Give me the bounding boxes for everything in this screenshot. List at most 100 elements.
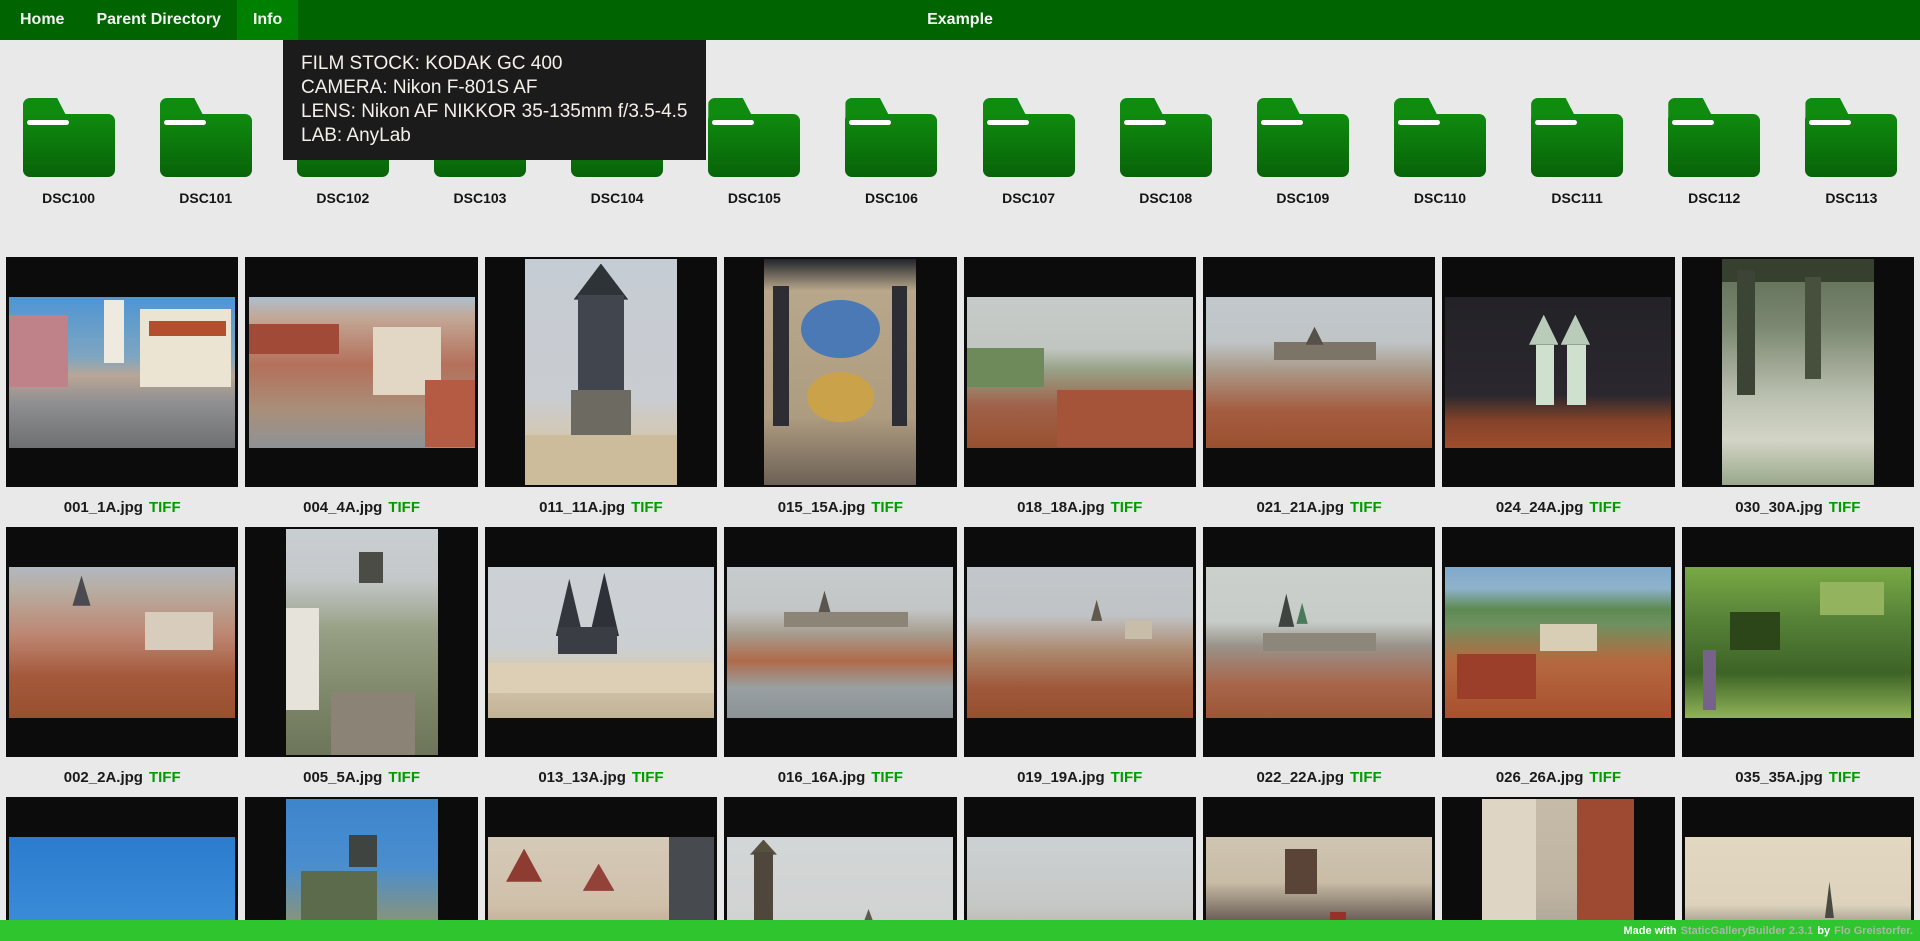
thumbnail-tiff-link[interactable]: TIFF <box>149 499 181 516</box>
folder-label: DSC102 <box>316 190 369 206</box>
thumbnail-filename-link[interactable]: 021_21A.jpg <box>1256 499 1344 516</box>
folder-label: DSC106 <box>865 190 918 206</box>
thumbnail-caption: 022_22A.jpg TIFF <box>1203 757 1435 797</box>
thumbnail-tiff-link[interactable]: TIFF <box>1829 499 1861 516</box>
thumbnail-tiff-link[interactable]: TIFF <box>1111 499 1143 516</box>
folder-icon <box>983 98 1075 177</box>
thumbnail-image[interactable] <box>6 257 238 487</box>
folder-label: DSC104 <box>591 190 644 206</box>
folder-item[interactable]: DSC111 <box>1509 98 1646 206</box>
folder-icon <box>845 98 937 177</box>
thumbnail-image[interactable] <box>1203 527 1435 757</box>
thumbnail-image[interactable] <box>6 527 238 757</box>
folder-item[interactable]: DSC100 <box>0 98 137 206</box>
footer-builder-link[interactable]: StaticGalleryBuilder 2.3.1 <box>1681 925 1814 937</box>
folder-item[interactable]: DSC113 <box>1783 98 1920 206</box>
folder-item[interactable]: DSC109 <box>1234 98 1371 206</box>
folder-item[interactable]: DSC106 <box>823 98 960 206</box>
folder-label: DSC103 <box>454 190 507 206</box>
thumbnail-filename-link[interactable]: 013_13A.jpg <box>538 769 626 786</box>
footer-author-link[interactable]: Flo Greistorfer. <box>1834 925 1913 937</box>
folder-item[interactable]: DSC101 <box>137 98 274 206</box>
thumbnail-tiff-link[interactable]: TIFF <box>1589 769 1621 786</box>
thumbnail-filename-link[interactable]: 024_24A.jpg <box>1496 499 1584 516</box>
thumbnail-tiff-link[interactable]: TIFF <box>388 769 420 786</box>
thumbnail-caption: 004_4A.jpg TIFF <box>245 487 477 527</box>
thumbnail-caption: 015_15A.jpg TIFF <box>724 487 956 527</box>
thumbnail-filename-link[interactable]: 022_22A.jpg <box>1256 769 1344 786</box>
thumbnail-image[interactable] <box>1203 257 1435 487</box>
gallery-thumbnail: 018_18A.jpg TIFF <box>964 257 1196 527</box>
thumbnail-caption: 019_19A.jpg TIFF <box>964 757 1196 797</box>
gallery-grid: 001_1A.jpg TIFF 004_4A.jpg TIFF 011_11A.… <box>0 257 1920 941</box>
gallery-thumbnail: 024_24A.jpg TIFF <box>1442 257 1674 527</box>
thumbnail-filename-link[interactable]: 030_30A.jpg <box>1735 499 1823 516</box>
thumbnail-caption: 001_1A.jpg TIFF <box>6 487 238 527</box>
thumbnail-image[interactable] <box>1442 257 1674 487</box>
folder-icon <box>1394 98 1486 177</box>
folder-item[interactable]: DSC110 <box>1371 98 1508 206</box>
thumbnail-caption: 011_11A.jpg TIFF <box>485 487 717 527</box>
nav-link-parent-directory[interactable]: Parent Directory <box>80 0 237 40</box>
thumbnail-tiff-link[interactable]: TIFF <box>1350 499 1382 516</box>
thumbnail-filename-link[interactable]: 001_1A.jpg <box>64 499 143 516</box>
folder-item[interactable]: DSC107 <box>960 98 1097 206</box>
thumbnail-filename-link[interactable]: 018_18A.jpg <box>1017 499 1105 516</box>
thumbnail-image[interactable] <box>964 257 1196 487</box>
thumbnail-tiff-link[interactable]: TIFF <box>1350 769 1382 786</box>
thumbnail-tiff-link[interactable]: TIFF <box>149 769 181 786</box>
navbar: Home Parent Directory Info Example <box>0 0 1920 40</box>
thumbnail-filename-link[interactable]: 026_26A.jpg <box>1496 769 1584 786</box>
thumbnail-image[interactable] <box>1682 257 1914 487</box>
thumbnail-filename-link[interactable]: 005_5A.jpg <box>303 769 382 786</box>
thumbnail-image[interactable] <box>724 527 956 757</box>
thumbnail-image[interactable] <box>245 257 477 487</box>
thumbnail-tiff-link[interactable]: TIFF <box>1829 769 1861 786</box>
thumbnail-tiff-link[interactable]: TIFF <box>871 499 903 516</box>
nav-link-home[interactable]: Home <box>4 0 80 40</box>
thumbnail-filename-link[interactable]: 016_16A.jpg <box>778 769 866 786</box>
gallery-thumbnail: 004_4A.jpg TIFF <box>245 257 477 527</box>
thumbnail-tiff-link[interactable]: TIFF <box>632 769 664 786</box>
folder-icon <box>1531 98 1623 177</box>
thumbnail-filename-link[interactable]: 004_4A.jpg <box>303 499 382 516</box>
folder-label: DSC107 <box>1002 190 1055 206</box>
thumbnail-caption: 002_2A.jpg TIFF <box>6 757 238 797</box>
thumbnail-caption: 021_21A.jpg TIFF <box>1203 487 1435 527</box>
thumbnail-tiff-link[interactable]: TIFF <box>1589 499 1621 516</box>
thumbnail-image[interactable] <box>1442 527 1674 757</box>
folder-item[interactable]: DSC112 <box>1646 98 1783 206</box>
folder-label: DSC105 <box>728 190 781 206</box>
nav-link-info[interactable]: Info <box>237 0 298 40</box>
thumbnail-image[interactable] <box>724 257 956 487</box>
thumbnail-tiff-link[interactable]: TIFF <box>631 499 663 516</box>
footer-by-text: by <box>1817 925 1830 937</box>
thumbnail-filename-link[interactable]: 002_2A.jpg <box>64 769 143 786</box>
gallery-thumbnail: 022_22A.jpg TIFF <box>1203 527 1435 797</box>
thumbnail-filename-link[interactable]: 019_19A.jpg <box>1017 769 1105 786</box>
tooltip-line-film-stock: FILM STOCK: KODAK GC 400 <box>301 52 688 76</box>
thumbnail-caption: 024_24A.jpg TIFF <box>1442 487 1674 527</box>
thumbnail-filename-link[interactable]: 035_35A.jpg <box>1735 769 1823 786</box>
footer-made-with-text: Made with <box>1623 925 1676 937</box>
thumbnail-tiff-link[interactable]: TIFF <box>871 769 903 786</box>
thumbnail-image[interactable] <box>964 527 1196 757</box>
thumbnail-caption: 035_35A.jpg TIFF <box>1682 757 1914 797</box>
folder-item[interactable]: DSC108 <box>1097 98 1234 206</box>
gallery-thumbnail: 026_26A.jpg TIFF <box>1442 527 1674 797</box>
thumbnail-caption: 030_30A.jpg TIFF <box>1682 487 1914 527</box>
thumbnail-image[interactable] <box>485 257 717 487</box>
folder-item[interactable]: DSC105 <box>686 98 823 206</box>
folder-label: DSC101 <box>179 190 232 206</box>
thumbnail-tiff-link[interactable]: TIFF <box>388 499 420 516</box>
thumbnail-image[interactable] <box>485 527 717 757</box>
folder-icon <box>1805 98 1897 177</box>
thumbnail-tiff-link[interactable]: TIFF <box>1111 769 1143 786</box>
thumbnail-image[interactable] <box>1682 527 1914 757</box>
thumbnail-filename-link[interactable]: 015_15A.jpg <box>778 499 866 516</box>
thumbnail-filename-link[interactable]: 011_11A.jpg <box>539 499 625 516</box>
folder-icon <box>160 98 252 177</box>
thumbnail-image[interactable] <box>245 527 477 757</box>
gallery-thumbnail: 011_11A.jpg TIFF <box>485 257 717 527</box>
gallery-thumbnail: 019_19A.jpg TIFF <box>964 527 1196 797</box>
